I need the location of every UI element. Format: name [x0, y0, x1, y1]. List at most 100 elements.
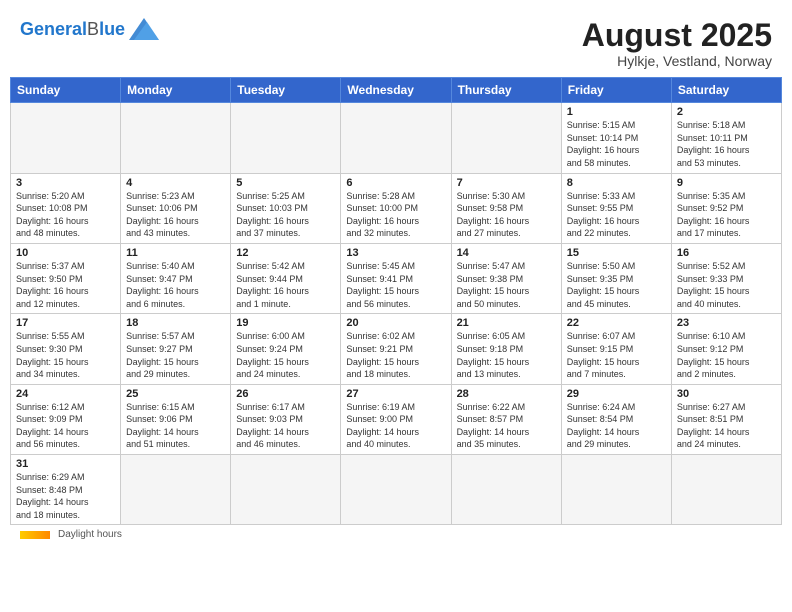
calendar-week-row: 17Sunrise: 5:55 AM Sunset: 9:30 PM Dayli… — [11, 314, 782, 384]
day-info: Sunrise: 5:40 AM Sunset: 9:47 PM Dayligh… — [126, 260, 225, 310]
calendar-cell: 22Sunrise: 6:07 AM Sunset: 9:15 PM Dayli… — [561, 314, 671, 384]
calendar-cell: 19Sunrise: 6:00 AM Sunset: 9:24 PM Dayli… — [231, 314, 341, 384]
day-info: Sunrise: 5:18 AM Sunset: 10:11 PM Daylig… — [677, 119, 776, 169]
calendar-cell: 21Sunrise: 6:05 AM Sunset: 9:18 PM Dayli… — [451, 314, 561, 384]
calendar-cell: 15Sunrise: 5:50 AM Sunset: 9:35 PM Dayli… — [561, 243, 671, 313]
day-number: 1 — [567, 106, 666, 118]
day-number: 14 — [457, 247, 556, 259]
day-number: 18 — [126, 317, 225, 329]
day-info: Sunrise: 5:25 AM Sunset: 10:03 PM Daylig… — [236, 190, 335, 240]
logo: GeneralBlue — [20, 18, 159, 40]
calendar-table: SundayMondayTuesdayWednesdayThursdayFrid… — [10, 77, 782, 525]
day-number: 22 — [567, 317, 666, 329]
day-number: 4 — [126, 177, 225, 189]
logo-general: General — [20, 19, 87, 39]
day-info: Sunrise: 5:35 AM Sunset: 9:52 PM Dayligh… — [677, 190, 776, 240]
calendar-cell — [11, 103, 121, 173]
calendar-cell: 7Sunrise: 5:30 AM Sunset: 9:58 PM Daylig… — [451, 173, 561, 243]
day-number: 11 — [126, 247, 225, 259]
calendar-week-row: 3Sunrise: 5:20 AM Sunset: 10:08 PM Dayli… — [11, 173, 782, 243]
day-number: 28 — [457, 388, 556, 400]
day-info: Sunrise: 5:52 AM Sunset: 9:33 PM Dayligh… — [677, 260, 776, 310]
day-info: Sunrise: 6:22 AM Sunset: 8:57 PM Dayligh… — [457, 401, 556, 451]
column-header-friday: Friday — [561, 78, 671, 103]
day-number: 2 — [677, 106, 776, 118]
calendar-cell: 20Sunrise: 6:02 AM Sunset: 9:21 PM Dayli… — [341, 314, 451, 384]
calendar-cell: 9Sunrise: 5:35 AM Sunset: 9:52 PM Daylig… — [671, 173, 781, 243]
day-number: 8 — [567, 177, 666, 189]
day-number: 7 — [457, 177, 556, 189]
calendar-cell: 24Sunrise: 6:12 AM Sunset: 9:09 PM Dayli… — [11, 384, 121, 454]
calendar-cell: 31Sunrise: 6:29 AM Sunset: 8:48 PM Dayli… — [11, 455, 121, 525]
day-info: Sunrise: 6:15 AM Sunset: 9:06 PM Dayligh… — [126, 401, 225, 451]
day-info: Sunrise: 6:05 AM Sunset: 9:18 PM Dayligh… — [457, 330, 556, 380]
day-number: 10 — [16, 247, 115, 259]
calendar-cell: 4Sunrise: 5:23 AM Sunset: 10:06 PM Dayli… — [121, 173, 231, 243]
day-number: 31 — [16, 458, 115, 470]
day-info: Sunrise: 5:37 AM Sunset: 9:50 PM Dayligh… — [16, 260, 115, 310]
title-area: August 2025 Hylkje, Vestland, Norway — [582, 18, 772, 69]
calendar-cell: 27Sunrise: 6:19 AM Sunset: 9:00 PM Dayli… — [341, 384, 451, 454]
day-info: Sunrise: 5:20 AM Sunset: 10:08 PM Daylig… — [16, 190, 115, 240]
calendar-cell: 11Sunrise: 5:40 AM Sunset: 9:47 PM Dayli… — [121, 243, 231, 313]
day-info: Sunrise: 6:24 AM Sunset: 8:54 PM Dayligh… — [567, 401, 666, 451]
day-info: Sunrise: 5:23 AM Sunset: 10:06 PM Daylig… — [126, 190, 225, 240]
calendar-cell: 18Sunrise: 5:57 AM Sunset: 9:27 PM Dayli… — [121, 314, 231, 384]
month-title: August 2025 — [582, 18, 772, 53]
calendar-week-row: 24Sunrise: 6:12 AM Sunset: 9:09 PM Dayli… — [11, 384, 782, 454]
day-info: Sunrise: 5:28 AM Sunset: 10:00 PM Daylig… — [346, 190, 445, 240]
calendar-cell: 8Sunrise: 5:33 AM Sunset: 9:55 PM Daylig… — [561, 173, 671, 243]
calendar-cell: 29Sunrise: 6:24 AM Sunset: 8:54 PM Dayli… — [561, 384, 671, 454]
calendar-week-row: 1Sunrise: 5:15 AM Sunset: 10:14 PM Dayli… — [11, 103, 782, 173]
calendar-cell: 6Sunrise: 5:28 AM Sunset: 10:00 PM Dayli… — [341, 173, 451, 243]
day-info: Sunrise: 6:00 AM Sunset: 9:24 PM Dayligh… — [236, 330, 335, 380]
calendar-cell — [561, 455, 671, 525]
day-info: Sunrise: 5:57 AM Sunset: 9:27 PM Dayligh… — [126, 330, 225, 380]
logo-icon — [129, 18, 159, 40]
calendar-cell — [341, 455, 451, 525]
day-info: Sunrise: 6:07 AM Sunset: 9:15 PM Dayligh… — [567, 330, 666, 380]
column-header-wednesday: Wednesday — [341, 78, 451, 103]
day-info: Sunrise: 6:17 AM Sunset: 9:03 PM Dayligh… — [236, 401, 335, 451]
calendar-cell: 3Sunrise: 5:20 AM Sunset: 10:08 PM Dayli… — [11, 173, 121, 243]
calendar-cell: 30Sunrise: 6:27 AM Sunset: 8:51 PM Dayli… — [671, 384, 781, 454]
day-number: 27 — [346, 388, 445, 400]
logo-blue-text: B — [87, 19, 99, 39]
logo-blue-part: lue — [99, 19, 125, 39]
logo-text: GeneralBlue — [20, 19, 125, 40]
day-number: 15 — [567, 247, 666, 259]
day-info: Sunrise: 6:19 AM Sunset: 9:00 PM Dayligh… — [346, 401, 445, 451]
day-number: 16 — [677, 247, 776, 259]
column-header-thursday: Thursday — [451, 78, 561, 103]
calendar-cell: 14Sunrise: 5:47 AM Sunset: 9:38 PM Dayli… — [451, 243, 561, 313]
day-number: 24 — [16, 388, 115, 400]
calendar-cell — [451, 455, 561, 525]
day-number: 9 — [677, 177, 776, 189]
calendar-week-row: 31Sunrise: 6:29 AM Sunset: 8:48 PM Dayli… — [11, 455, 782, 525]
day-number: 12 — [236, 247, 335, 259]
day-info: Sunrise: 5:33 AM Sunset: 9:55 PM Dayligh… — [567, 190, 666, 240]
calendar-cell: 1Sunrise: 5:15 AM Sunset: 10:14 PM Dayli… — [561, 103, 671, 173]
day-info: Sunrise: 5:45 AM Sunset: 9:41 PM Dayligh… — [346, 260, 445, 310]
day-number: 13 — [346, 247, 445, 259]
day-number: 17 — [16, 317, 115, 329]
calendar-cell: 16Sunrise: 5:52 AM Sunset: 9:33 PM Dayli… — [671, 243, 781, 313]
day-info: Sunrise: 6:29 AM Sunset: 8:48 PM Dayligh… — [16, 471, 115, 521]
day-number: 6 — [346, 177, 445, 189]
column-header-monday: Monday — [121, 78, 231, 103]
day-info: Sunrise: 5:50 AM Sunset: 9:35 PM Dayligh… — [567, 260, 666, 310]
day-number: 20 — [346, 317, 445, 329]
calendar-header-row: SundayMondayTuesdayWednesdayThursdayFrid… — [11, 78, 782, 103]
calendar-cell — [671, 455, 781, 525]
day-info: Sunrise: 5:15 AM Sunset: 10:14 PM Daylig… — [567, 119, 666, 169]
calendar-cell — [451, 103, 561, 173]
day-number: 30 — [677, 388, 776, 400]
day-number: 3 — [16, 177, 115, 189]
day-info: Sunrise: 6:27 AM Sunset: 8:51 PM Dayligh… — [677, 401, 776, 451]
daylight-bar-icon — [20, 531, 50, 539]
day-number: 25 — [126, 388, 225, 400]
calendar-cell: 26Sunrise: 6:17 AM Sunset: 9:03 PM Dayli… — [231, 384, 341, 454]
day-number: 19 — [236, 317, 335, 329]
day-number: 26 — [236, 388, 335, 400]
day-number: 5 — [236, 177, 335, 189]
